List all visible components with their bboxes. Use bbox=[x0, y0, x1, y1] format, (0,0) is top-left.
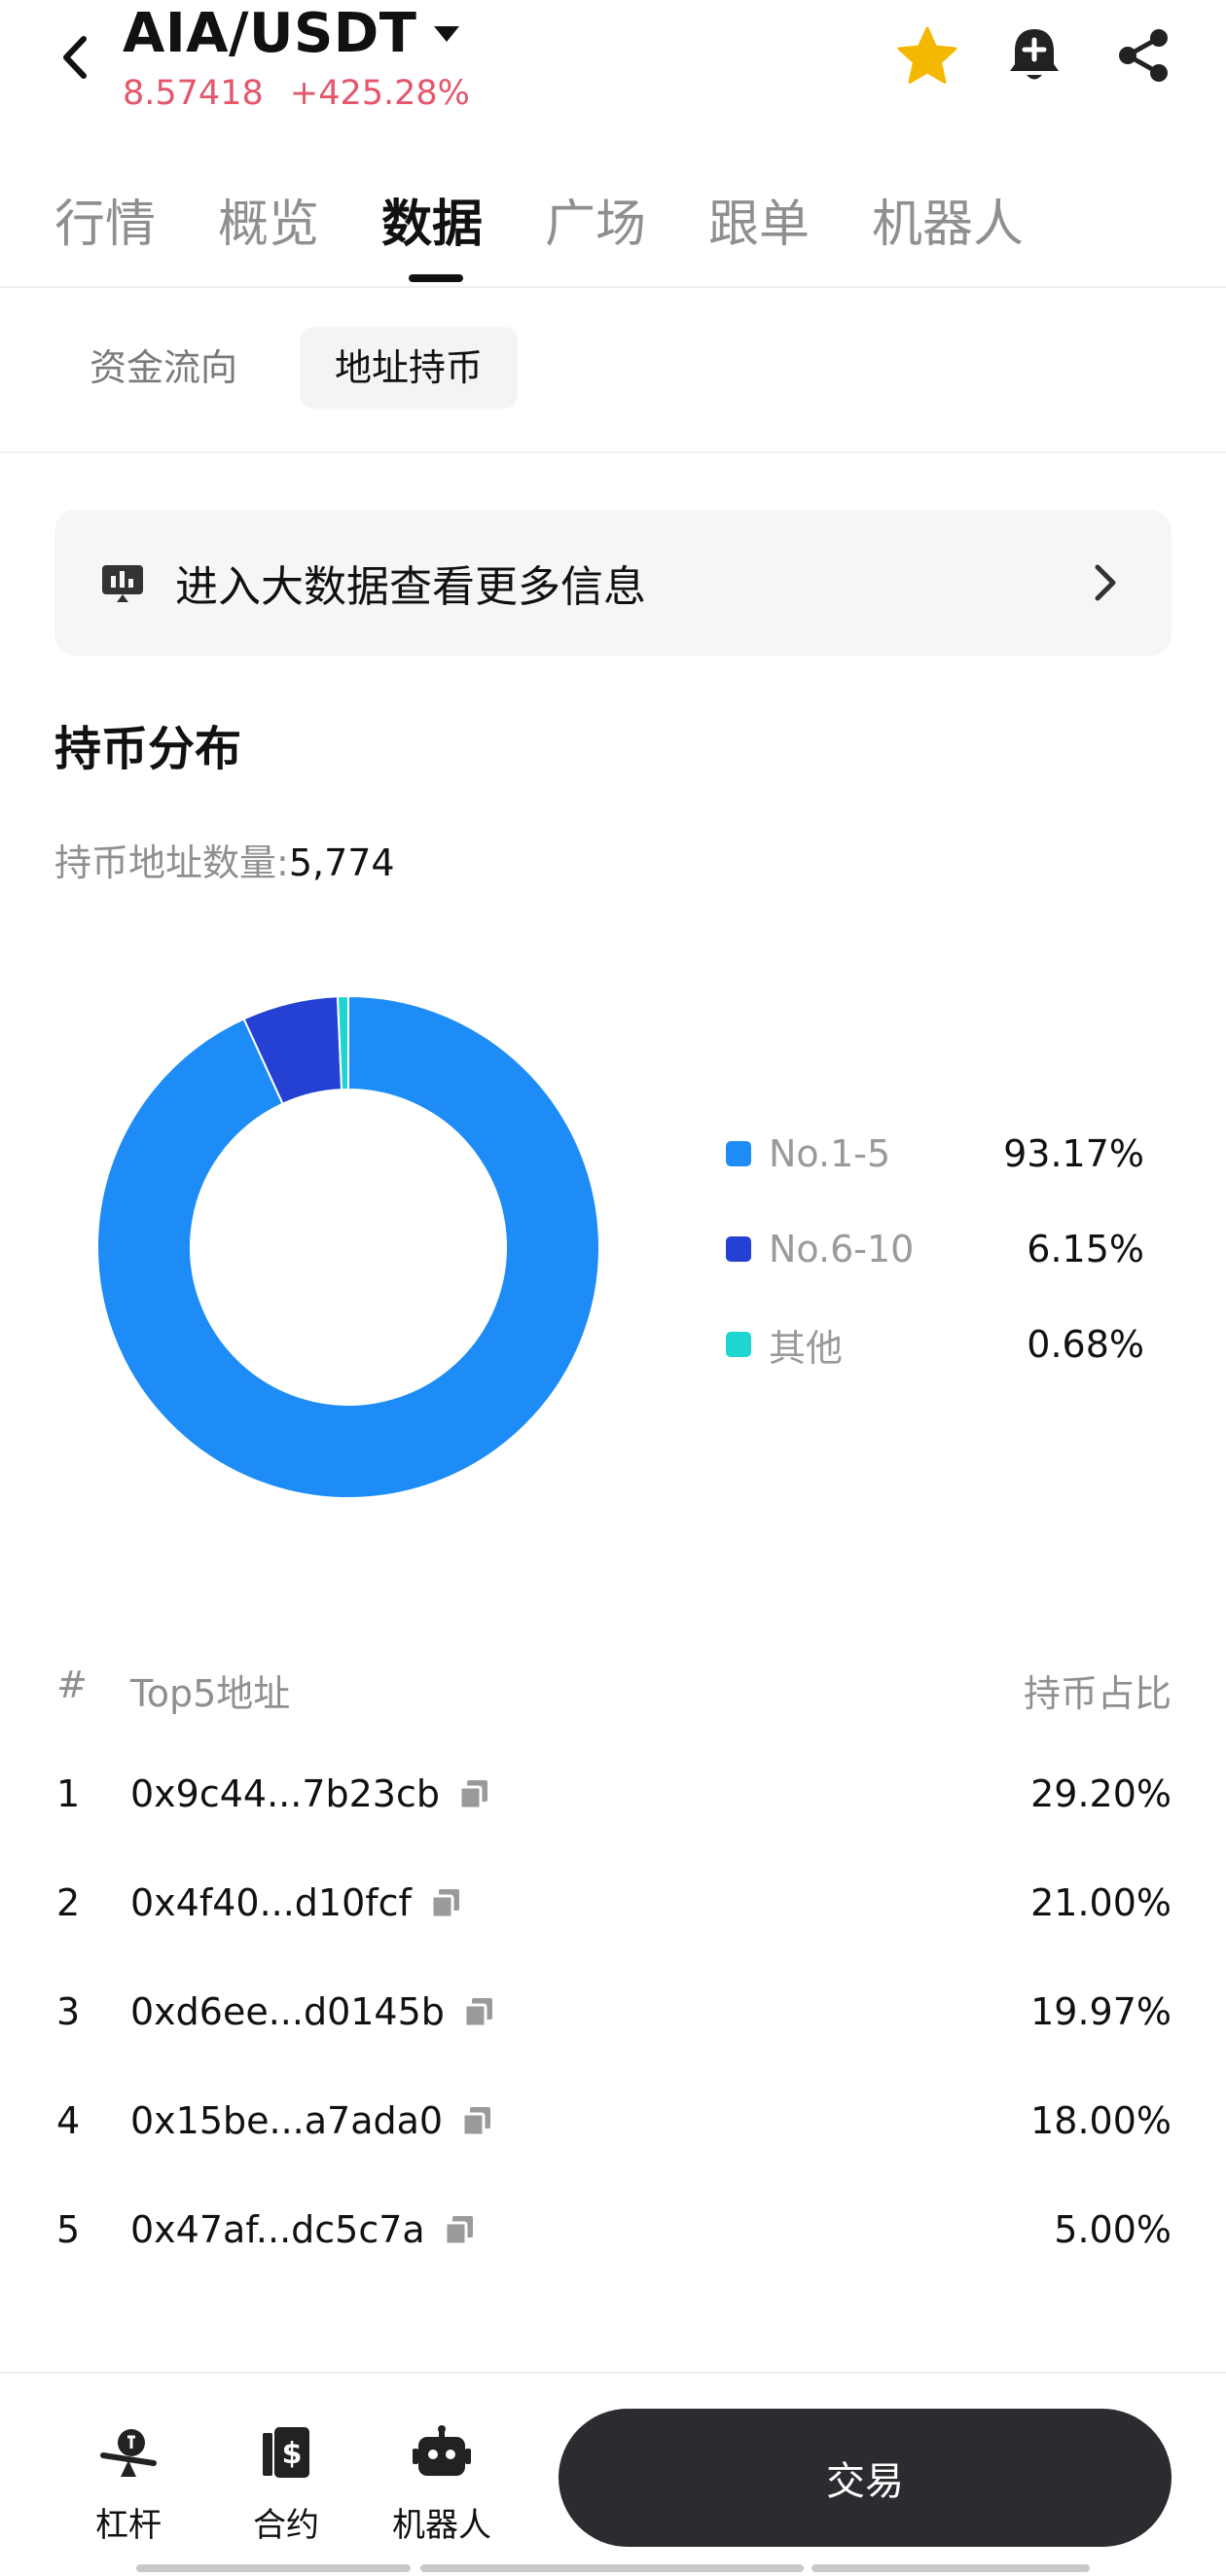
table-row: 4 0x15be...a7ada0 18.00% bbox=[54, 2099, 1172, 2162]
holder-count-label: 持币地址数量: bbox=[54, 841, 289, 884]
address-text: 0xd6ee...d0145b bbox=[130, 1990, 445, 2033]
data-screen-icon bbox=[99, 559, 146, 606]
legend-item: 其他 0.68% bbox=[726, 1315, 1144, 1374]
column-header-share: 持币占比 bbox=[1023, 1672, 1172, 1715]
address-text: 0x4f40...d10fcf bbox=[130, 1881, 412, 1924]
column-header-rank: # bbox=[56, 1664, 88, 1706]
pair-selector[interactable]: AIA/USDT bbox=[123, 2, 461, 65]
address-text: 0x47af...dc5c7a bbox=[130, 2208, 425, 2251]
back-arrow-icon bbox=[63, 36, 87, 79]
bell-plus-icon bbox=[1010, 29, 1059, 80]
holder-count: 持币地址数量:5,774 bbox=[54, 833, 395, 886]
contract-label: 合约 bbox=[253, 2506, 319, 2545]
bot-button[interactable]: 机器人 bbox=[374, 2422, 510, 2546]
svg-text:$: $ bbox=[282, 2437, 303, 2471]
legend-label: No.6-10 bbox=[769, 1228, 915, 1270]
tab-square[interactable]: 广场 bbox=[545, 183, 646, 256]
row-address: 0x9c44...7b23cb bbox=[130, 1772, 490, 1815]
holding-donut-chart bbox=[96, 994, 600, 1499]
table-row: 5 0x47af...dc5c7a 5.00% bbox=[54, 2208, 1172, 2271]
price-line: 8.57418 +425.28% bbox=[123, 74, 470, 113]
chevron-right-icon bbox=[1092, 561, 1119, 604]
row-share: 5.00% bbox=[1054, 2208, 1172, 2251]
sub-tabs: 资金流向 地址持币 bbox=[0, 288, 1226, 453]
banner-text: 进入大数据查看更多信息 bbox=[175, 562, 646, 612]
row-share: 21.00% bbox=[1030, 1881, 1172, 1924]
subtab-address-holdings[interactable]: 地址持币 bbox=[300, 327, 519, 409]
copy-icon[interactable] bbox=[457, 1777, 490, 1810]
row-rank: 1 bbox=[56, 1772, 81, 1815]
row-address: 0x15be...a7ada0 bbox=[130, 2099, 493, 2142]
row-rank: 2 bbox=[56, 1881, 81, 1924]
pair-title: AIA/USDT bbox=[123, 2, 417, 65]
robot-icon bbox=[411, 2422, 473, 2485]
price-change: +425.28% bbox=[289, 74, 470, 113]
share-icon bbox=[1119, 29, 1168, 82]
tab-market[interactable]: 行情 bbox=[54, 183, 156, 256]
legend-swatch bbox=[726, 1141, 751, 1166]
row-address: 0x47af...dc5c7a bbox=[130, 2208, 476, 2251]
active-tab-indicator bbox=[409, 274, 463, 282]
tab-data[interactable]: 数据 bbox=[381, 183, 483, 256]
last-price: 8.57418 bbox=[123, 74, 264, 113]
row-rank: 4 bbox=[56, 2099, 81, 2142]
copy-icon[interactable] bbox=[443, 2213, 476, 2246]
legend-value: 93.17% bbox=[1003, 1132, 1144, 1175]
contract-button[interactable]: $ 合约 bbox=[218, 2422, 354, 2546]
holder-count-value: 5,774 bbox=[288, 841, 395, 884]
back-button[interactable] bbox=[51, 29, 99, 86]
column-header-address: Top5地址 bbox=[130, 1672, 291, 1715]
header: AIA/USDT 8.57418 +425.28% bbox=[0, 0, 1226, 126]
row-rank: 3 bbox=[56, 1990, 81, 2033]
legend-item: No.6-10 6.15% bbox=[726, 1220, 1144, 1278]
table-header: # Top5地址 持币占比 bbox=[54, 1664, 1172, 1722]
row-share: 19.97% bbox=[1030, 1990, 1172, 2033]
trade-button[interactable]: 交易 bbox=[559, 2409, 1172, 2547]
tab-overview[interactable]: 概览 bbox=[218, 183, 319, 256]
star-icon bbox=[897, 26, 957, 84]
row-share: 18.00% bbox=[1030, 2099, 1172, 2142]
big-data-banner[interactable]: 进入大数据查看更多信息 bbox=[54, 510, 1172, 656]
row-address: 0xd6ee...d0145b bbox=[130, 1990, 495, 2033]
address-text: 0x15be...a7ada0 bbox=[130, 2099, 444, 2142]
leverage-icon bbox=[97, 2422, 160, 2485]
favorite-button[interactable] bbox=[893, 21, 961, 89]
tab-copy-trading[interactable]: 跟单 bbox=[708, 183, 810, 256]
copy-icon[interactable] bbox=[462, 1995, 495, 2028]
section-title: 持币分布 bbox=[54, 722, 242, 776]
legend-item: No.1-5 93.17% bbox=[726, 1125, 1144, 1183]
legend-swatch bbox=[726, 1236, 751, 1262]
table-row: 2 0x4f40...d10fcf 21.00% bbox=[54, 1881, 1172, 1944]
bottom-action-bar: 杠杆 $ 合约 机器人 交易 bbox=[0, 2372, 1226, 2576]
contract-icon: $ bbox=[255, 2422, 317, 2485]
legend-label: No.1-5 bbox=[769, 1132, 891, 1175]
table-row: 3 0xd6ee...d0145b 19.97% bbox=[54, 1990, 1172, 2053]
row-share: 29.20% bbox=[1030, 1772, 1172, 1815]
home-indicator bbox=[811, 2564, 1090, 2572]
main-tabs: 行情 概览 数据 广场 跟单 机器人 bbox=[0, 173, 1226, 288]
bot-label: 机器人 bbox=[392, 2506, 491, 2545]
copy-icon[interactable] bbox=[429, 1886, 462, 1919]
address-text: 0x9c44...7b23cb bbox=[130, 1772, 440, 1815]
row-rank: 5 bbox=[56, 2208, 81, 2251]
row-address: 0x4f40...d10fcf bbox=[130, 1881, 462, 1924]
caret-down-icon bbox=[432, 23, 461, 45]
subtab-fund-flow[interactable]: 资金流向 bbox=[54, 327, 272, 409]
table-row: 1 0x9c44...7b23cb 29.20% bbox=[54, 1772, 1172, 1835]
legend-swatch bbox=[726, 1332, 751, 1357]
price-alert-button[interactable] bbox=[1000, 21, 1068, 89]
leverage-button[interactable]: 杠杆 bbox=[60, 2422, 197, 2546]
legend-label: 其他 bbox=[769, 1326, 844, 1370]
copy-icon[interactable] bbox=[460, 2104, 493, 2137]
home-indicator bbox=[420, 2564, 804, 2572]
home-indicator bbox=[136, 2564, 411, 2572]
tab-bots[interactable]: 机器人 bbox=[872, 183, 1024, 256]
legend-value: 0.68% bbox=[1027, 1323, 1144, 1366]
legend-value: 6.15% bbox=[1027, 1228, 1144, 1270]
share-button[interactable] bbox=[1109, 21, 1177, 89]
leverage-label: 杠杆 bbox=[95, 2506, 162, 2545]
